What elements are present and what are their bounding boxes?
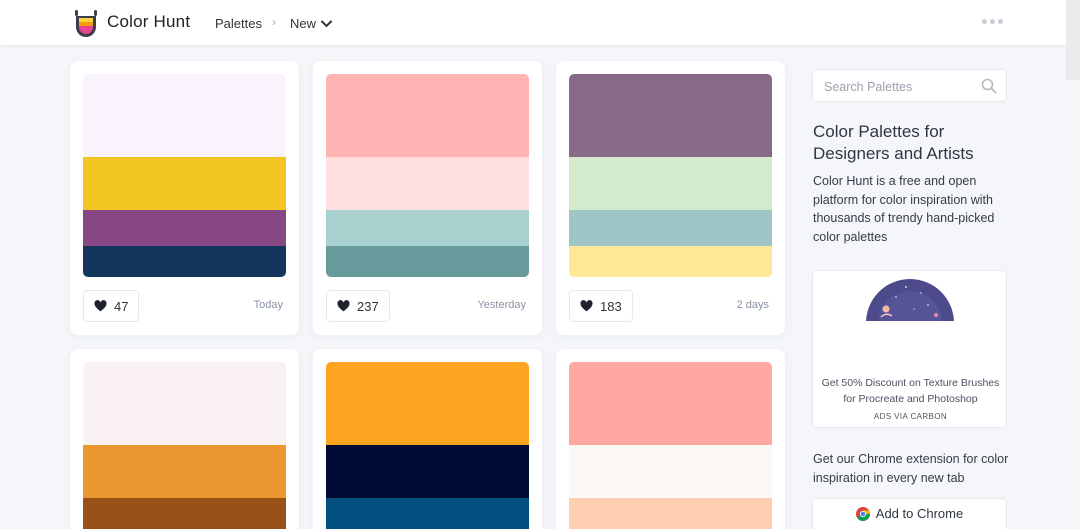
heart-icon [337,300,350,312]
ad-image[interactable] [866,279,954,321]
ad-text[interactable]: Get 50% Discount on Texture Brushes for … [819,375,1002,407]
swatch[interactable] [326,498,529,529]
scrollbar[interactable] [1066,0,1080,80]
swatch[interactable] [83,246,286,277]
like-count: 183 [600,298,622,314]
chrome-icon [855,506,870,521]
swatch[interactable] [569,246,772,277]
swatch[interactable] [83,362,286,445]
swatch[interactable] [569,498,772,529]
palette-swatches[interactable] [569,74,772,277]
swatch[interactable] [83,157,286,210]
swatch[interactable] [83,74,286,157]
like-button[interactable]: 237 [326,290,390,322]
palette-swatches[interactable] [326,362,529,529]
chevron-down-icon [321,20,333,27]
palette-card[interactable] [313,349,542,529]
swatch[interactable] [326,246,529,277]
swatch[interactable] [326,157,529,210]
swatch[interactable] [569,210,772,246]
like-button[interactable]: 47 [83,290,140,322]
palette-card[interactable] [70,349,299,529]
palette-card[interactable] [556,349,785,529]
palette-swatches[interactable] [83,74,286,277]
swatch[interactable] [326,74,529,157]
palette-date: Yesterday [477,299,526,311]
palette-swatches[interactable] [326,74,529,277]
search-input[interactable] [813,70,973,94]
palette-card[interactable]: 183 2 days [556,61,785,335]
top-navigation-bar: Color Hunt Palettes › New [0,0,1080,45]
carbon-ad[interactable]: Get 50% Discount on Texture Brushes for … [812,270,1007,428]
swatch[interactable] [569,445,772,498]
swatch[interactable] [326,445,529,498]
brand-name[interactable]: Color Hunt [107,12,190,32]
more-dots-icon[interactable] [982,19,1003,24]
sidebar-title: Color Palettes for Designers and Artists [813,122,974,163]
like-button[interactable]: 183 [569,290,633,322]
breadcrumb-palettes-link[interactable]: Palettes [215,16,262,31]
palette-swatches[interactable] [83,362,286,529]
extension-promo-text: Get our Chrome extension for color inspi… [813,452,1009,485]
heart-icon [94,300,107,312]
swatch[interactable] [569,74,772,157]
search-box[interactable] [812,69,1007,102]
breadcrumb-new-dropdown[interactable]: New [290,16,333,31]
heart-icon [580,300,593,312]
swatch[interactable] [83,445,286,498]
breadcrumb-new-label: New [290,16,317,31]
color-hunt-logo-icon[interactable] [74,10,98,37]
breadcrumb-separator: › [272,15,276,29]
ad-via-label[interactable]: ADS VIA CARBON [813,412,1008,421]
like-count: 237 [357,298,379,314]
search-icon[interactable] [981,78,997,94]
swatch[interactable] [569,157,772,210]
palette-date: 2 days [736,299,769,311]
add-to-chrome-label: Add to Chrome [875,506,964,521]
swatch[interactable] [569,362,772,445]
palette-card[interactable]: 47 Today [70,61,299,335]
palette-swatches[interactable] [569,362,772,529]
swatch[interactable] [83,498,286,529]
swatch[interactable] [83,210,286,246]
add-to-chrome-button[interactable]: Add to Chrome [812,498,1007,529]
palette-card[interactable]: 237 Yesterday [313,61,542,335]
sidebar-description: Color Hunt is a free and open platform f… [813,174,995,244]
like-count: 47 [114,298,129,314]
swatch[interactable] [326,210,529,246]
palette-date: Today [253,299,283,311]
swatch[interactable] [326,362,529,445]
